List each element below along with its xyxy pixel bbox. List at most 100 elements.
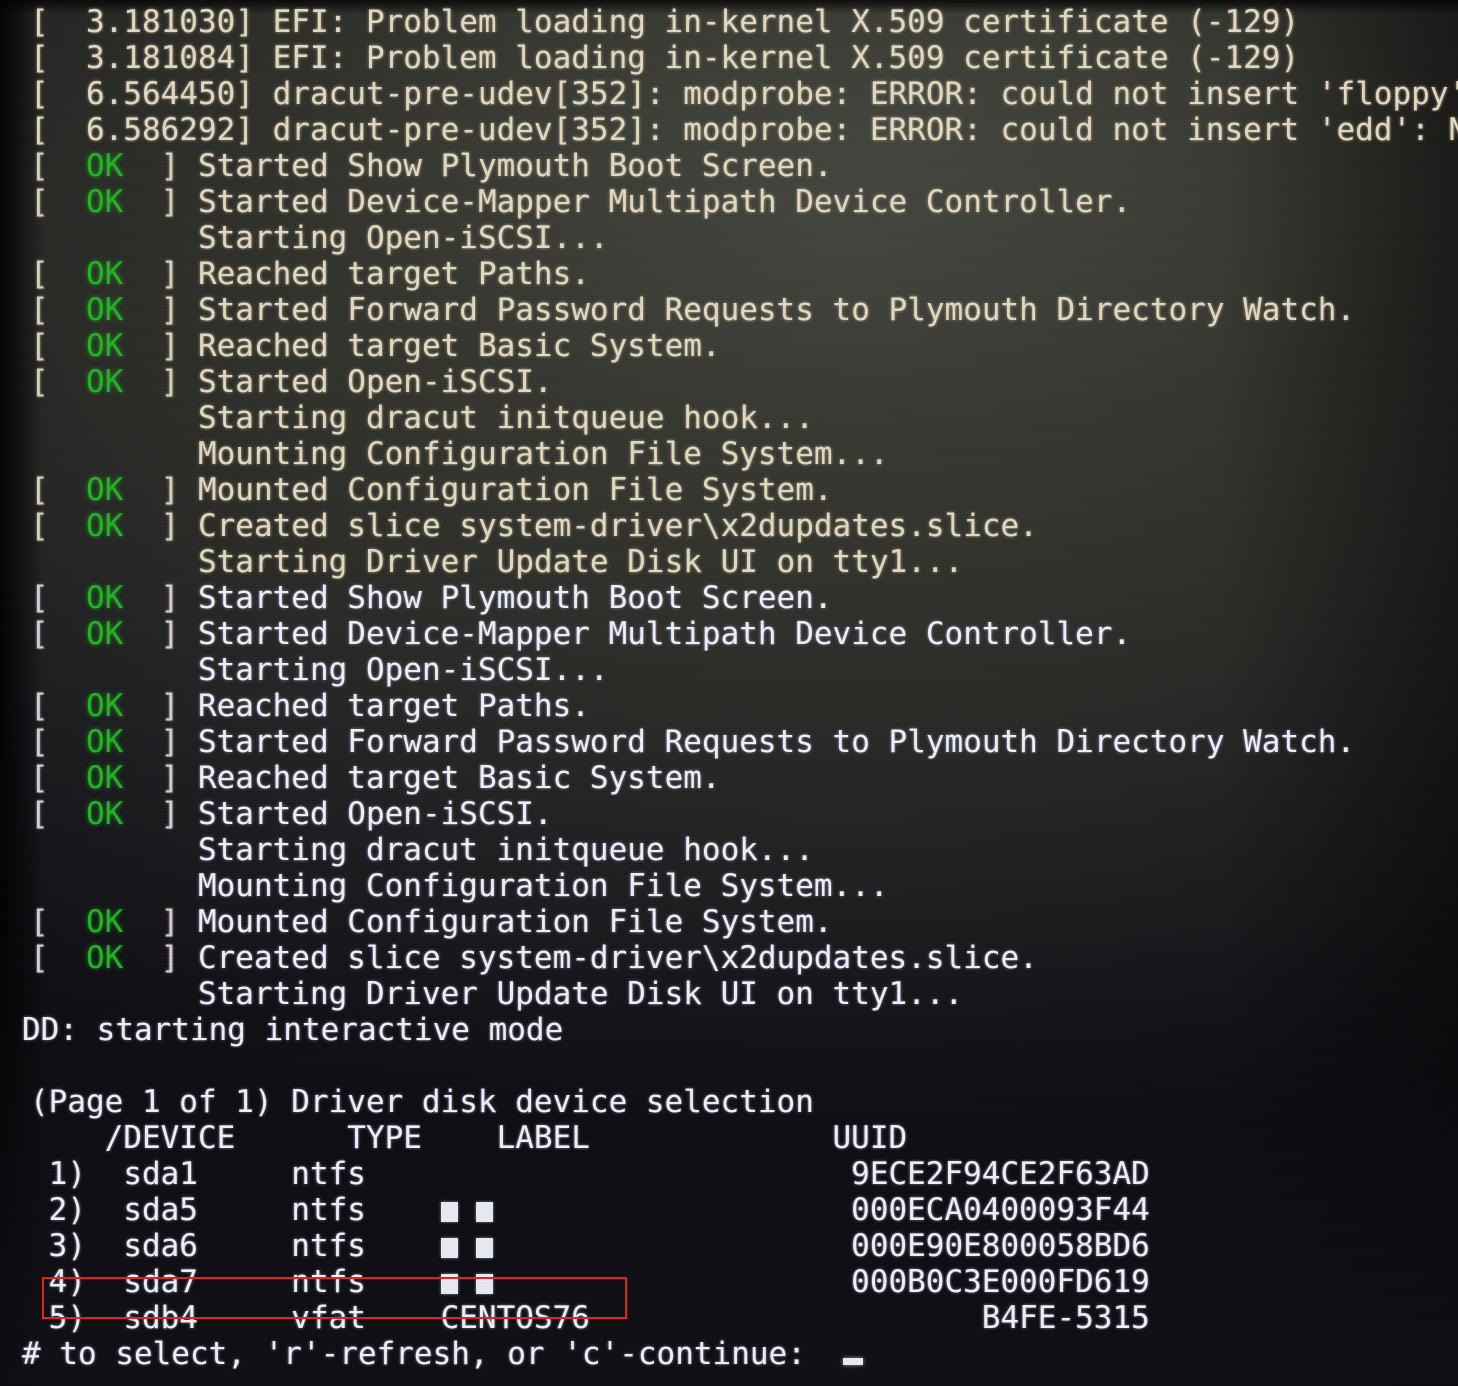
systemd-message-text: Started Open-iSCSI. bbox=[197, 796, 553, 832]
status-bracket-open: [ bbox=[30, 688, 86, 724]
status-bracket-open: [ bbox=[30, 184, 86, 220]
systemd-status-line: [ OK ] Mounted Configuration File System… bbox=[0, 472, 1458, 508]
status-bracket-open: [ bbox=[30, 472, 86, 508]
systemd-message-text: Started Forward Password Requests to Ply… bbox=[197, 724, 1356, 760]
systemd-status-line: [ OK ] Mounted Configuration File System… bbox=[0, 904, 1458, 940]
status-indent bbox=[30, 436, 198, 472]
status-indent bbox=[30, 544, 198, 580]
systemd-status-line: Mounting Configuration File System... bbox=[0, 868, 1458, 904]
device-table-row[interactable]: 1) sda1 ntfs 9ECE2F94CE2F63AD bbox=[0, 1156, 1458, 1192]
unprintable-glyph-icon bbox=[440, 1238, 458, 1258]
unprintable-glyph-icon bbox=[476, 1274, 494, 1294]
unprintable-glyph-icon bbox=[440, 1274, 458, 1294]
status-bracket-open: [ bbox=[30, 580, 86, 616]
status-indent bbox=[30, 832, 198, 868]
status-bracket-close: ] bbox=[123, 940, 198, 976]
systemd-message-text: Started Forward Password Requests to Ply… bbox=[197, 292, 1356, 328]
status-badge: OK bbox=[86, 148, 124, 184]
status-bracket-close: ] bbox=[123, 364, 198, 400]
systemd-message-text: Mounted Configuration File System. bbox=[197, 472, 833, 508]
unprintable-glyph-icon bbox=[476, 1202, 494, 1222]
status-bracket-close: ] bbox=[123, 580, 198, 616]
systemd-status-line: [ OK ] Started Device-Mapper Multipath D… bbox=[0, 616, 1458, 652]
status-bracket-close: ] bbox=[123, 904, 198, 940]
device-table-row[interactable]: 5) sdb4 vfat CENTOS76 B4FE-5315 bbox=[0, 1300, 1458, 1336]
console-output: [ 3.181030] EFI: Problem loading in-kern… bbox=[0, 0, 1458, 1372]
device-type: ntfs bbox=[291, 1228, 366, 1264]
row-index: 5) bbox=[48, 1300, 86, 1336]
systemd-status-line: Starting Open-iSCSI... bbox=[0, 652, 1458, 688]
selection-prompt-line[interactable]: # to select, 'r'-refresh, or 'c'-continu… bbox=[0, 1336, 1458, 1372]
device-type: vfat bbox=[291, 1300, 366, 1336]
device-label bbox=[440, 1228, 777, 1264]
device-name: sda1 bbox=[123, 1156, 198, 1192]
status-bracket-close: ] bbox=[123, 724, 198, 760]
status-bracket-close: ] bbox=[123, 148, 198, 184]
column-header-label: LABEL bbox=[496, 1120, 590, 1156]
device-uuid: 000E90E800058BD6 bbox=[851, 1228, 1150, 1264]
device-name: sda6 bbox=[123, 1228, 198, 1264]
systemd-message-text: Starting dracut initqueue hook... bbox=[197, 832, 814, 868]
systemd-status-line: [ OK ] Created slice system-driver\x2dup… bbox=[0, 508, 1458, 544]
kernel-message-text: EFI: Problem loading in-kernel X.509 cer… bbox=[272, 40, 1300, 76]
status-badge: OK bbox=[86, 796, 124, 832]
status-indent bbox=[30, 652, 198, 688]
row-index: 1) bbox=[48, 1156, 86, 1192]
row-index: 2) bbox=[48, 1192, 86, 1228]
systemd-status-line: Starting dracut initqueue hook... bbox=[0, 832, 1458, 868]
text-cursor[interactable] bbox=[843, 1358, 864, 1365]
device-table-row[interactable]: 2) sda5 ntfs 000ECA0400093F44 bbox=[0, 1192, 1458, 1228]
systemd-message-text: Reached target Basic System. bbox=[197, 760, 721, 796]
unprintable-glyph-icon bbox=[476, 1238, 494, 1258]
systemd-status-line: [ OK ] Created slice system-driver\x2dup… bbox=[0, 940, 1458, 976]
systemd-status-line: [ OK ] Started Open-iSCSI. bbox=[0, 796, 1458, 832]
status-bracket-close: ] bbox=[123, 760, 198, 796]
systemd-message-text: Reached target Paths. bbox=[197, 688, 590, 724]
status-bracket-open: [ bbox=[30, 364, 86, 400]
systemd-status-line: Starting Driver Update Disk UI on tty1..… bbox=[0, 976, 1458, 1012]
device-type: ntfs bbox=[291, 1192, 366, 1228]
kernel-message-text: dracut-pre-udev[352]: modprobe: ERROR: c… bbox=[272, 112, 1458, 148]
device-uuid: 9ECE2F94CE2F63AD bbox=[851, 1156, 1150, 1192]
status-badge: OK bbox=[86, 724, 124, 760]
device-table-row[interactable]: 4) sda7 ntfs 000B0C3E000FD619 bbox=[0, 1264, 1458, 1300]
device-type: ntfs bbox=[291, 1156, 366, 1192]
status-badge: OK bbox=[86, 472, 124, 508]
systemd-message-text: Starting Driver Update Disk UI on tty1..… bbox=[197, 544, 964, 580]
status-indent bbox=[30, 400, 198, 436]
systemd-message-text: Reached target Paths. bbox=[197, 256, 590, 292]
status-bracket-close: ] bbox=[123, 688, 198, 724]
device-uuid: 000ECA0400093F44 bbox=[851, 1192, 1150, 1228]
status-badge: OK bbox=[86, 292, 124, 328]
status-bracket-open: [ bbox=[30, 904, 86, 940]
column-header-type: TYPE bbox=[347, 1120, 422, 1156]
status-bracket-close: ] bbox=[123, 292, 198, 328]
device-uuid: 000B0C3E000FD619 bbox=[851, 1264, 1150, 1300]
status-bracket-open: [ bbox=[30, 148, 86, 184]
systemd-message-text: Started Show Plymouth Boot Screen. bbox=[197, 580, 833, 616]
kernel-message-line: [ 3.181030] EFI: Problem loading in-kern… bbox=[30, 4, 1300, 40]
status-bracket-open: [ bbox=[30, 616, 86, 652]
column-header-uuid: UUID bbox=[832, 1120, 908, 1156]
status-badge: OK bbox=[86, 616, 124, 652]
unprintable-glyph-icon bbox=[440, 1202, 458, 1222]
systemd-message-text: Starting dracut initqueue hook... bbox=[197, 400, 814, 436]
page-title: (Page 1 of 1) Driver disk device selecti… bbox=[30, 1084, 814, 1120]
systemd-status-line: [ OK ] Reached target Paths. bbox=[0, 688, 1458, 724]
systemd-status-line: [ OK ] Started Forward Password Requests… bbox=[0, 724, 1458, 760]
systemd-status-line: Mounting Configuration File System... bbox=[0, 436, 1458, 472]
device-table-row[interactable]: 3) sda6 ntfs 000E90E800058BD6 bbox=[0, 1228, 1458, 1264]
systemd-status-line: [ OK ] Reached target Paths. bbox=[0, 256, 1458, 292]
kernel-message-line: [ 3.181084] EFI: Problem loading in-kern… bbox=[30, 40, 1300, 76]
status-badge: OK bbox=[86, 760, 124, 796]
column-header-device: /DEVICE bbox=[104, 1120, 236, 1156]
status-bracket-open: [ bbox=[30, 796, 86, 832]
status-badge: OK bbox=[86, 256, 124, 292]
systemd-status-line: [ OK ] Reached target Basic System. bbox=[0, 760, 1458, 796]
systemd-status-line: Starting dracut initqueue hook... bbox=[0, 400, 1458, 436]
systemd-status-line: [ OK ] Started Open-iSCSI. bbox=[0, 364, 1458, 400]
systemd-status-line: [ OK ] Reached target Basic System. bbox=[0, 328, 1458, 364]
status-bracket-close: ] bbox=[123, 328, 198, 364]
kernel-timestamp: 3.181084 bbox=[85, 40, 236, 76]
